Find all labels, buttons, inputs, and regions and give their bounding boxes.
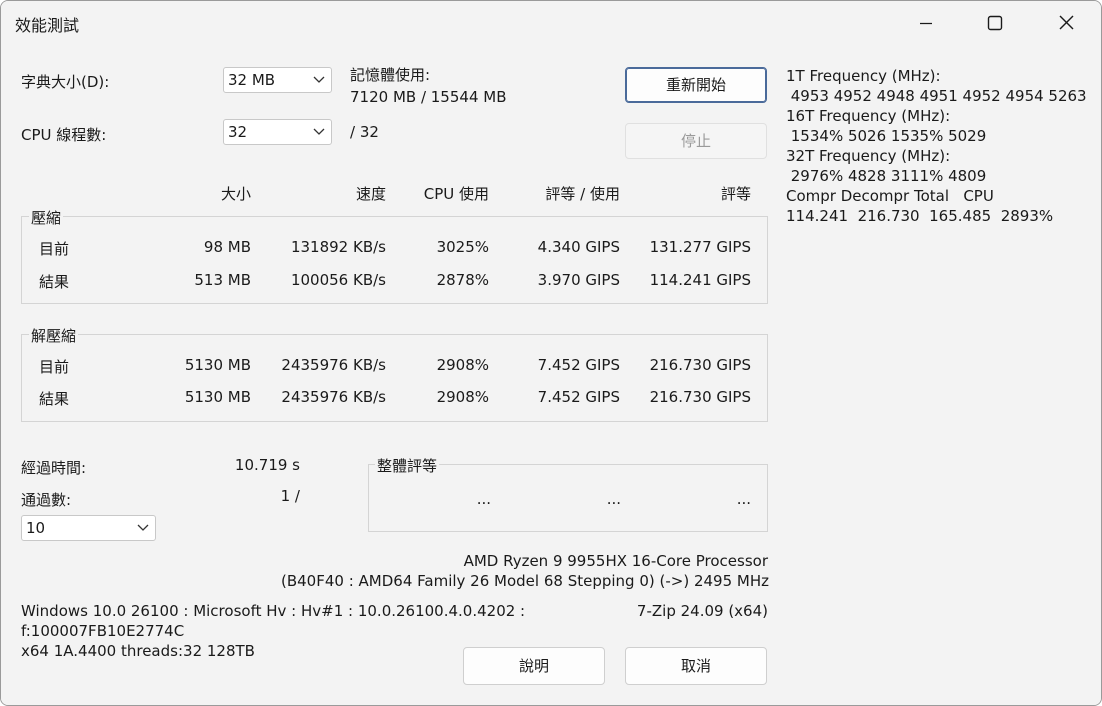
decompress-result-label: 結果 bbox=[39, 390, 70, 408]
decompress-current-rating: 216.730 GIPS bbox=[649, 356, 751, 374]
freq-16t-label: 16T Frequency (MHz): bbox=[786, 107, 951, 125]
threads-value: 32 bbox=[228, 123, 248, 141]
compress-current-cpu: 3025% bbox=[436, 238, 489, 256]
decompress-current-size: 5130 MB bbox=[184, 356, 251, 374]
header-size: 大小 bbox=[220, 185, 251, 203]
maximize-button[interactable] bbox=[972, 1, 1018, 45]
minimize-icon bbox=[920, 22, 932, 25]
total-rating-value-1: ... bbox=[476, 490, 491, 508]
close-icon bbox=[1059, 15, 1074, 30]
threads-max: / 32 bbox=[350, 123, 379, 141]
threads-label: CPU 線程數: bbox=[21, 126, 107, 144]
decompress-current-label: 目前 bbox=[39, 358, 70, 376]
help-button[interactable]: 說明 bbox=[463, 647, 605, 685]
passes-value: 1 / bbox=[280, 487, 300, 505]
title-bar: 效能測試 bbox=[1, 1, 1101, 45]
compress-result-label: 結果 bbox=[39, 273, 70, 291]
decompress-result-cpu: 2908% bbox=[436, 388, 489, 406]
compress-result-size: 513 MB bbox=[194, 271, 251, 289]
compress-current-size: 98 MB bbox=[203, 238, 251, 256]
main-content: 字典大小(D): 32 MB CPU 線程數: 32 / 32 記憶體使用: 7… bbox=[1, 45, 1101, 705]
decompress-result-rating-usage: 7.452 GIPS bbox=[537, 388, 620, 406]
cpu-name: AMD Ryzen 9 9955HX 16-Core Processor bbox=[463, 552, 768, 570]
dict-size-label: 字典大小(D): bbox=[21, 73, 110, 91]
dict-size-value: 32 MB bbox=[228, 71, 276, 89]
app-version: 7-Zip 24.09 (x64) bbox=[636, 602, 768, 620]
restart-button[interactable]: 重新開始 bbox=[625, 67, 767, 103]
freq-16t-values: 1534% 5026 1535% 5029 bbox=[786, 127, 987, 145]
cancel-button[interactable]: 取消 bbox=[625, 647, 767, 685]
header-speed: 速度 bbox=[355, 185, 386, 203]
system-info-line-3: x64 1A.4400 threads:32 128TB bbox=[21, 642, 255, 660]
total-rating-title: 整體評等 bbox=[375, 455, 440, 476]
freq-32t-label: 32T Frequency (MHz): bbox=[786, 147, 951, 165]
passes-select-value: 10 bbox=[26, 519, 46, 537]
elapsed-label: 經過時間: bbox=[21, 459, 87, 477]
decompress-current-speed: 2435976 KB/s bbox=[281, 356, 386, 374]
summary-values: 114.241 216.730 165.485 2893% bbox=[786, 207, 1054, 225]
memory-usage-value: 7120 MB / 15544 MB bbox=[350, 88, 507, 106]
benchmark-window: 效能測試 字典大小(D): 32 MB CPU 線程數: 32 / 32 記憶體… bbox=[0, 0, 1102, 706]
passes-label: 通過數: bbox=[21, 491, 72, 509]
decompress-result-size: 5130 MB bbox=[184, 388, 251, 406]
system-info-line-1: Windows 10.0 26100 : Microsoft Hv : Hv#1… bbox=[21, 602, 526, 620]
maximize-icon bbox=[987, 15, 1003, 31]
total-rating-value-3: ... bbox=[736, 490, 751, 508]
header-rating-usage: 評等 / 使用 bbox=[545, 185, 620, 203]
decompress-result-rating: 216.730 GIPS bbox=[649, 388, 751, 406]
chevron-down-icon bbox=[313, 128, 325, 135]
freq-32t-values: 2976% 4828 3111% 4809 bbox=[786, 167, 987, 185]
chevron-down-icon bbox=[313, 76, 325, 83]
compress-result-rating-usage: 3.970 GIPS bbox=[537, 271, 620, 289]
chevron-down-icon bbox=[137, 524, 149, 531]
cpu-details: (B40F40 : AMD64 Family 26 Model 68 Stepp… bbox=[281, 572, 769, 590]
window-title: 效能測試 bbox=[15, 16, 80, 35]
compress-group bbox=[21, 216, 768, 304]
elapsed-value: 10.719 s bbox=[234, 456, 300, 474]
header-rating: 評等 bbox=[720, 185, 751, 203]
minimize-button[interactable] bbox=[903, 1, 949, 45]
decompress-group bbox=[21, 334, 768, 422]
system-info-line-2: f:100007FB10E2774C bbox=[21, 622, 185, 640]
compress-current-speed: 131892 KB/s bbox=[290, 238, 386, 256]
threads-select[interactable]: 32 bbox=[223, 119, 332, 145]
compress-result-rating: 114.241 GIPS bbox=[649, 271, 751, 289]
decompress-group-title: 解壓縮 bbox=[29, 325, 79, 346]
compress-current-rating: 131.277 GIPS bbox=[649, 238, 751, 256]
stop-button[interactable]: 停止 bbox=[625, 123, 767, 159]
passes-select[interactable]: 10 bbox=[21, 515, 156, 541]
memory-usage-label: 記憶體使用: bbox=[350, 66, 431, 84]
compress-group-title: 壓縮 bbox=[29, 207, 64, 228]
total-rating-value-2: ... bbox=[606, 490, 621, 508]
compress-result-speed: 100056 KB/s bbox=[290, 271, 386, 289]
dict-size-select[interactable]: 32 MB bbox=[223, 67, 332, 93]
compress-result-cpu: 2878% bbox=[436, 271, 489, 289]
decompress-result-speed: 2435976 KB/s bbox=[281, 388, 386, 406]
summary-header: Compr Decompr Total CPU bbox=[786, 187, 994, 205]
compress-current-rating-usage: 4.340 GIPS bbox=[537, 238, 620, 256]
compress-current-label: 目前 bbox=[39, 240, 70, 258]
decompress-current-cpu: 2908% bbox=[436, 356, 489, 374]
decompress-current-rating-usage: 7.452 GIPS bbox=[537, 356, 620, 374]
freq-1t-label: 1T Frequency (MHz): bbox=[786, 67, 941, 85]
header-cpu-usage: CPU 使用 bbox=[423, 185, 489, 203]
close-button[interactable] bbox=[1043, 1, 1089, 45]
freq-1t-values: 4953 4952 4948 4951 4952 4954 5263 bbox=[786, 87, 1087, 105]
